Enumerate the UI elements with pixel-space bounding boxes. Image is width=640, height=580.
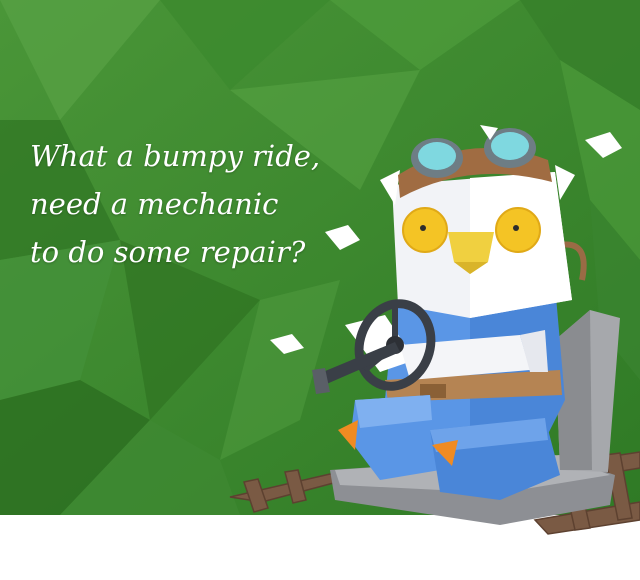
caption-line-2: need a mechanic [30, 187, 279, 221]
game-screen: What a bumpy ride, need a mechanic to do… [0, 0, 640, 580]
caption-line-1: What a bumpy ride, [30, 139, 321, 173]
story-caption: What a bumpy ride, need a mechanic to do… [30, 132, 350, 276]
caption-line-3: to do some repair? [30, 235, 306, 269]
scene-illustration [0, 0, 640, 535]
